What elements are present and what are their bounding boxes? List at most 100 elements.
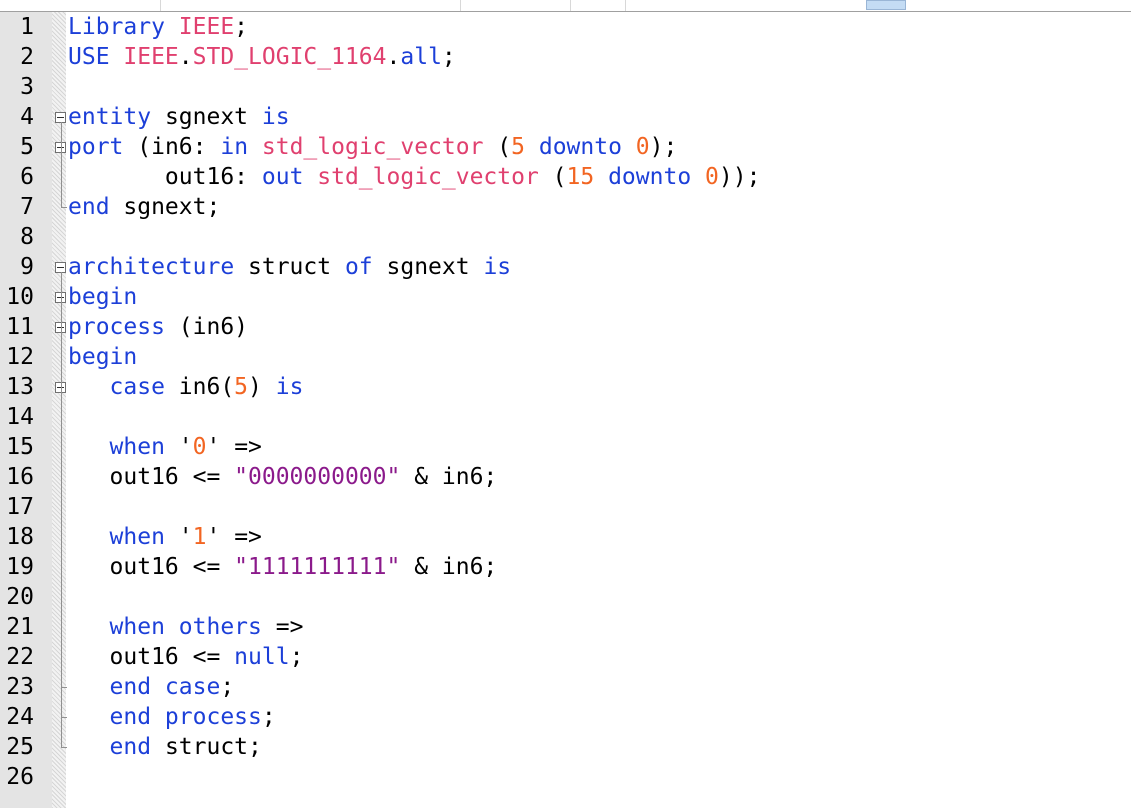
- code-text: out16 <= null;: [68, 642, 304, 672]
- code-token: ;: [234, 14, 249, 40]
- code-token: begin: [68, 344, 138, 370]
- line-number: 21: [6, 614, 34, 640]
- code-text: out16 <= "0000000000" & in6;: [68, 462, 498, 492]
- line-number: 23: [6, 674, 34, 700]
- code-line[interactable]: 16 out16 <= "0000000000" & in6;: [0, 462, 1131, 492]
- code-token: 0: [705, 164, 719, 190]
- ruler-highlight: [866, 0, 906, 10]
- code-line[interactable]: 8: [0, 222, 1131, 252]
- code-text: end struct;: [68, 732, 262, 762]
- code-line[interactable]: 23 end case;: [0, 672, 1131, 702]
- line-number: 3: [20, 74, 34, 100]
- ruler-segment: [0, 0, 161, 11]
- fold-guide-end: [61, 207, 67, 208]
- line-number: 25: [6, 734, 34, 760]
- code-line[interactable]: 5 port (in6: in std_logic_vector (5 downt…: [0, 132, 1131, 162]
- editor-top-ruler: [0, 0, 1131, 12]
- code-token: process: [68, 314, 179, 340]
- code-token: (: [552, 164, 567, 190]
- code-token: out16 <=: [68, 554, 235, 580]
- code-token: (in6:: [137, 134, 221, 160]
- line-number: 24: [6, 704, 34, 730]
- code-token: sgnext: [386, 254, 484, 280]
- line-number: 26: [6, 764, 34, 790]
- code-line[interactable]: 14: [0, 402, 1131, 432]
- code-token: null: [234, 644, 290, 670]
- code-token: sgnext: [164, 104, 262, 130]
- code-text: begin: [68, 282, 137, 312]
- line-number: 6: [20, 164, 34, 190]
- code-token: begin: [68, 284, 138, 310]
- code-line[interactable]: 11 process (in6): [0, 312, 1131, 342]
- code-token: out16 <=: [68, 464, 235, 490]
- line-number: 2: [20, 44, 34, 70]
- fold-guide-end: [61, 687, 67, 688]
- code-token: 1: [192, 524, 207, 550]
- code-token: case: [68, 374, 179, 400]
- code-token: entity: [68, 104, 165, 130]
- code-token: 0: [635, 134, 650, 160]
- code-token: 15: [566, 164, 609, 190]
- code-line[interactable]: 15 when '0' =>: [0, 432, 1131, 462]
- code-line[interactable]: 2 USE IEEE.STD_LOGIC_1164.all;: [0, 42, 1131, 72]
- code-token: "0000000000": [234, 464, 401, 490]
- code-line[interactable]: 3: [0, 72, 1131, 102]
- ruler-segment: [160, 0, 461, 11]
- code-token: downto: [608, 164, 706, 190]
- code-text: when others =>: [68, 612, 304, 642]
- code-token: 5: [511, 134, 539, 160]
- code-token: STD_LOGIC_1164: [192, 44, 387, 70]
- code-line[interactable]: 6 out16: out std_logic_vector (15 downto…: [0, 162, 1131, 192]
- code-line[interactable]: 26: [0, 762, 1131, 792]
- code-text: end case;: [68, 672, 235, 702]
- code-token: is: [483, 254, 512, 280]
- code-line[interactable]: 21 when others =>: [0, 612, 1131, 642]
- code-line[interactable]: 22 out16 <= null;: [0, 642, 1131, 672]
- code-token: USE: [68, 44, 124, 70]
- code-token: end: [68, 734, 165, 760]
- code-token: "1111111111": [234, 554, 401, 580]
- code-line[interactable]: 20: [0, 582, 1131, 612]
- code-token: struct;: [164, 734, 262, 760]
- code-token: architecture: [68, 254, 249, 280]
- code-token: downto: [538, 134, 636, 160]
- code-token: .: [386, 44, 401, 70]
- code-token: ;: [289, 644, 304, 670]
- code-line[interactable]: 25 end struct;: [0, 732, 1131, 762]
- code-line[interactable]: 1 Library IEEE;: [0, 12, 1131, 42]
- code-token: (: [497, 134, 512, 160]
- code-line[interactable]: 24 end process;: [0, 702, 1131, 732]
- code-token: & in6;: [400, 464, 498, 490]
- code-line[interactable]: 12 begin: [0, 342, 1131, 372]
- line-number: 18: [6, 524, 34, 550]
- code-line[interactable]: 7 end sgnext;: [0, 192, 1131, 222]
- ruler-segment: [570, 0, 626, 11]
- code-text: port (in6: in std_logic_vector (5 downto…: [68, 132, 677, 162]
- code-token: std_logic_vector: [317, 164, 553, 190]
- code-line[interactable]: 9 architecture struct of sgnext is: [0, 252, 1131, 282]
- line-number: 16: [6, 464, 34, 490]
- code-token: Library: [68, 14, 179, 40]
- code-token: end: [68, 194, 124, 220]
- line-number: 12: [6, 344, 34, 370]
- code-text: process (in6): [68, 312, 248, 342]
- code-token: ': [178, 434, 193, 460]
- code-line[interactable]: 4 entity sgnext is: [0, 102, 1131, 132]
- line-number: 22: [6, 644, 34, 670]
- code-token: ;: [261, 704, 276, 730]
- fold-guide-end: [61, 747, 67, 748]
- code-token: ;: [441, 44, 456, 70]
- code-token: ;: [220, 674, 235, 700]
- code-line[interactable]: 10 begin: [0, 282, 1131, 312]
- code-line[interactable]: 13 case in6(5) is: [0, 372, 1131, 402]
- code-text: begin: [68, 342, 137, 372]
- code-line[interactable]: 19 out16 <= "1111111111" & in6;: [0, 552, 1131, 582]
- code-token: sgnext;: [123, 194, 221, 220]
- code-token: when: [68, 524, 179, 550]
- code-text: architecture struct of sgnext is: [68, 252, 511, 282]
- code-line[interactable]: 18 when '1' =>: [0, 522, 1131, 552]
- code-line[interactable]: 17: [0, 492, 1131, 522]
- code-text: Library IEEE;: [68, 12, 248, 42]
- code-token: 0: [192, 434, 207, 460]
- code-token: end process: [68, 704, 262, 730]
